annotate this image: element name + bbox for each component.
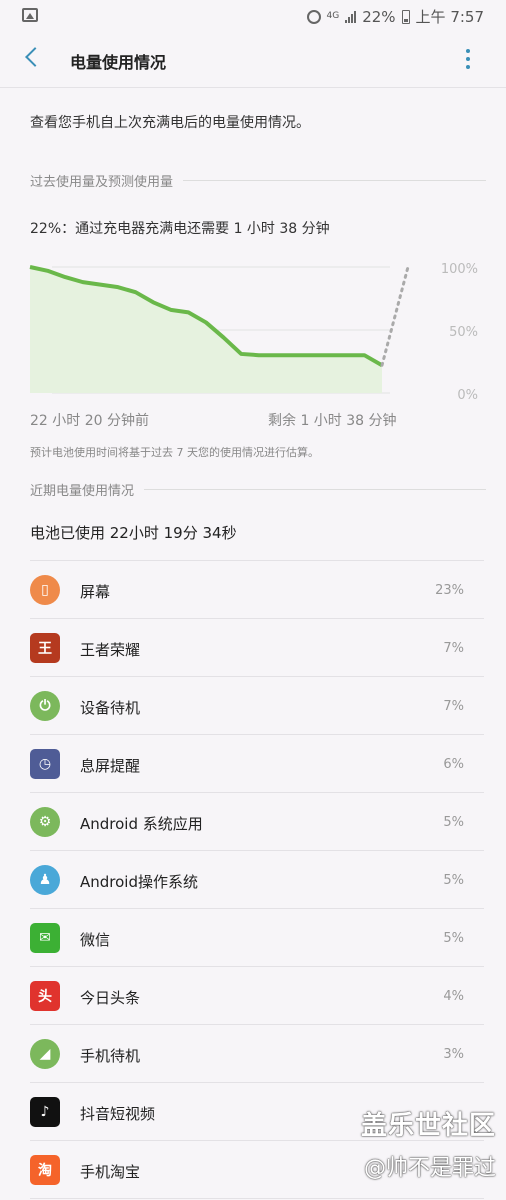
- app-name: 设备待机: [80, 699, 141, 717]
- app-usage-row[interactable]: 王 王者荣耀 7%: [30, 619, 484, 677]
- app-name: 王者荣耀: [80, 641, 141, 659]
- app-usage-row[interactable]: ⚙ Android 系统应用 5%: [30, 793, 484, 851]
- network-type: 4G: [326, 11, 340, 21]
- app-bar: 电量使用情况: [0, 32, 506, 88]
- app-usage-row[interactable]: ♟ Android操作系统 5%: [30, 851, 484, 909]
- app-percent: 23%: [435, 583, 464, 598]
- y-tick-label: 0%: [457, 388, 478, 403]
- app-name: 抖音短视频: [80, 1105, 156, 1123]
- divider: [183, 180, 486, 181]
- alarm-icon: [306, 9, 321, 24]
- section-header-past-label: 过去使用量及预测使用量: [30, 175, 174, 190]
- app-name: 今日头条: [80, 989, 141, 1007]
- section-header-past: 过去使用量及预测使用量: [30, 171, 486, 190]
- y-tick-label: 50%: [449, 325, 478, 340]
- estimate-note: 预计电池使用时间将基于过去 7 天您的使用情况进行估算。: [30, 446, 319, 459]
- app-percent: 3%: [443, 1047, 464, 1062]
- app-percent: 5%: [443, 873, 464, 888]
- status-bar: 4G 22% 上午 7:57: [0, 0, 506, 32]
- page-title: 电量使用情况: [70, 53, 167, 72]
- app-name: 微信: [80, 931, 111, 949]
- app-name: 手机待机: [80, 1047, 141, 1065]
- toutiao-icon: 头: [30, 981, 60, 1011]
- app-usage-row[interactable]: 头 今日头条 4%: [30, 967, 484, 1025]
- always-on-display-icon: ◷: [30, 749, 60, 779]
- divider: [144, 489, 486, 490]
- taobao-icon: 淘: [30, 1155, 60, 1185]
- watermark: 盖乐世社区 @帅不是罪过: [361, 1105, 496, 1182]
- screen-icon: ▯: [30, 575, 60, 605]
- app-percent: 4%: [443, 989, 464, 1004]
- android-system-icon: ⚙: [30, 807, 60, 837]
- more-options-icon[interactable]: [466, 49, 472, 71]
- app-name: 息屏提醒: [80, 757, 141, 775]
- clock: 上午 7:57: [415, 8, 484, 26]
- x-end-label: 剩余 1 小时 38 分钟: [268, 413, 397, 429]
- back-arrow-icon[interactable]: [25, 47, 45, 67]
- app-percent: 7%: [443, 641, 464, 656]
- app-usage-list: ▯ 屏幕 23% 王 王者荣耀 7% ⏻ 设备待机 7% ◷ 息屏提醒 6% ⚙ Android 系统应用…: [0, 561, 506, 1199]
- intro-text: 查看您手机自上次充满电后的电量使用情况。: [30, 115, 310, 131]
- app-name: Android操作系统: [80, 873, 198, 891]
- section-header-recent-label: 近期电量使用情况: [30, 484, 135, 499]
- cell-standby-icon: ◢: [30, 1039, 60, 1069]
- app-name: 屏幕: [80, 583, 111, 601]
- app-usage-row[interactable]: ◢ 手机待机 3%: [30, 1025, 484, 1083]
- battery-used-time: 电池已使用 22小时 19分 34秒: [30, 524, 237, 542]
- forecast-line: [380, 265, 410, 367]
- x-start-label: 22 小时 20 分钟前: [30, 413, 149, 429]
- app-percent: 5%: [443, 931, 464, 946]
- wechat-icon: ✉: [30, 923, 60, 953]
- app-usage-row[interactable]: ▯ 屏幕 23%: [30, 561, 484, 619]
- signal-icon: [345, 10, 357, 23]
- battery-chart: [29, 265, 410, 394]
- app-name: 手机淘宝: [80, 1163, 141, 1181]
- power-icon: ⏻: [30, 691, 60, 721]
- watermark-line-2: @帅不是罪过: [363, 1156, 496, 1181]
- app-percent: 5%: [443, 815, 464, 830]
- charge-info: 22%：通过充电器充满电还需要 1 小时 38 分钟: [30, 221, 330, 237]
- image-notification-icon: [22, 8, 38, 22]
- app-percent: 7%: [443, 699, 464, 714]
- app-usage-row[interactable]: ◷ 息屏提醒 6%: [30, 735, 484, 793]
- status-icons: 4G 22% 上午 7:57: [306, 6, 484, 27]
- watermark-line-1: 盖乐世社区: [360, 1111, 496, 1141]
- douyin-icon: ♪: [30, 1097, 60, 1127]
- app-name: Android 系统应用: [80, 815, 203, 833]
- y-tick-label: 100%: [440, 262, 478, 277]
- android-robot-icon: ♟: [30, 865, 60, 895]
- app-percent: 6%: [443, 757, 464, 772]
- battery-icon: [401, 9, 410, 24]
- section-header-recent: 近期电量使用情况: [30, 480, 486, 499]
- app-usage-row[interactable]: ⏻ 设备待机 7%: [30, 677, 484, 735]
- honor-of-kings-icon: 王: [30, 633, 60, 663]
- app-usage-row[interactable]: ✉ 微信 5%: [30, 909, 484, 967]
- battery-percent: 22%: [362, 7, 396, 26]
